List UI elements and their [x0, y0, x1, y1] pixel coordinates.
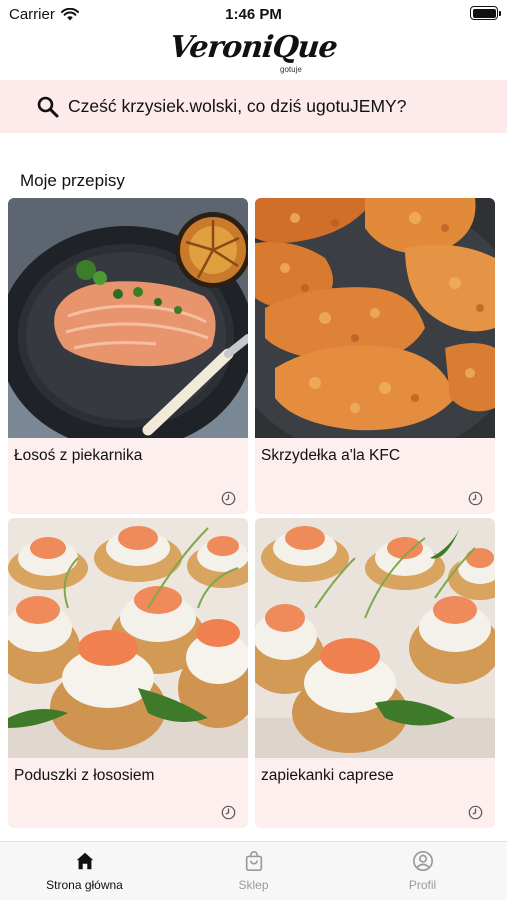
search-bar[interactable]: Cześć krzysiek.wolski, co dziś ugotuJEMY… [0, 80, 507, 133]
tab-label: Strona główna [46, 878, 123, 892]
recipe-card[interactable]: Łosoś z piekarnika [8, 198, 248, 514]
clock-icon [221, 491, 236, 506]
tab-label: Sklep [238, 878, 269, 892]
shopping-bag-icon [245, 851, 262, 871]
recipe-title: Łosoś z piekarnika [14, 447, 143, 464]
section-title: Moje przepisy [20, 171, 125, 190]
tab-profile[interactable]: Profil [338, 850, 507, 898]
search-greeting: Cześć krzysiek.wolski, co dziś ugotuJEMY… [68, 96, 407, 116]
caprese-puffs-image [255, 518, 495, 758]
clock-icon [468, 805, 483, 820]
tab-label: Profil [408, 878, 437, 892]
status-time: 1:46 PM [225, 6, 282, 23]
search-icon [37, 96, 59, 117]
recipe-title: Skrzydełka a'la KFC [261, 447, 401, 464]
profile-icon [412, 851, 433, 871]
battery-icon [470, 6, 501, 20]
salmon-image [8, 198, 248, 438]
tab-bar: Strona główna Sklep Profil [0, 841, 507, 900]
logo-subtitle: gotuje [280, 65, 302, 74]
tab-shop[interactable]: Sklep [169, 850, 338, 898]
recipe-card[interactable]: Poduszki z łososiem [8, 518, 248, 828]
status-bar: Carrier 1:46 PM [0, 0, 507, 28]
recipe-title: zapiekanki caprese [261, 767, 394, 784]
recipe-card[interactable]: zapiekanki caprese [255, 518, 495, 828]
recipe-title: Poduszki z łososiem [14, 767, 155, 784]
tab-home[interactable]: Strona główna [0, 850, 169, 898]
salmon-puffs-image [8, 518, 248, 758]
recipe-card[interactable]: Skrzydełka a'la KFC [255, 198, 495, 514]
clock-icon [221, 805, 236, 820]
clock-icon [468, 491, 483, 506]
fried-chicken-image [255, 198, 495, 438]
home-icon [76, 852, 93, 870]
logo-wordmark: VeroniQue [168, 30, 339, 65]
app-logo: VeroniQue gotuje [0, 30, 507, 76]
